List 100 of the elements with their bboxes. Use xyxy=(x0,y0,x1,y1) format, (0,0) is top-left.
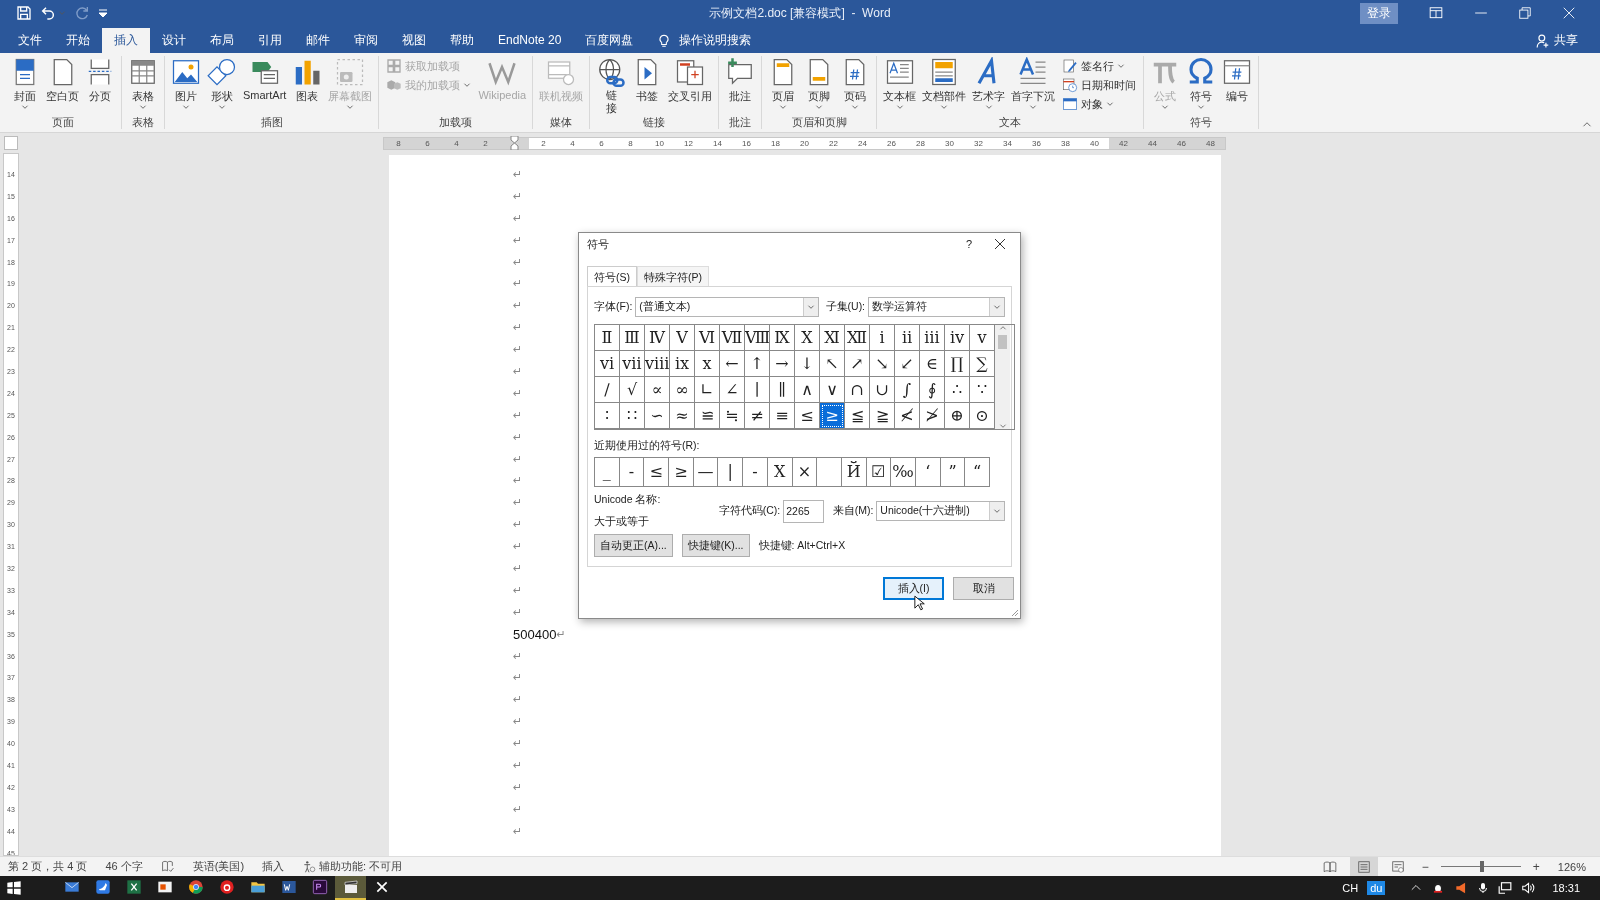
symbol-cell[interactable]: Ⅳ xyxy=(645,325,670,351)
search-field[interactable]: 操作说明搜索 xyxy=(679,32,752,49)
symbol-cell[interactable]: ⅷ xyxy=(645,351,670,377)
language-text[interactable]: 英语(美国) xyxy=(192,859,245,874)
save-icon[interactable] xyxy=(16,5,32,21)
symbol-cell[interactable]: ∟ xyxy=(695,377,720,403)
symbol-cell[interactable]: ↙ xyxy=(895,351,920,377)
symbol-cell[interactable]: ∥ xyxy=(770,377,795,403)
ribbon-button[interactable]: 分页 xyxy=(82,56,118,105)
insert-mode-text[interactable]: 插入 xyxy=(262,859,285,874)
symbol-cell[interactable]: ‘ xyxy=(915,458,941,486)
symbol-cell[interactable]: Ⅲ xyxy=(620,325,645,351)
symbol-cell[interactable]: ≡ xyxy=(770,403,795,429)
symbol-cell[interactable]: ↖ xyxy=(820,351,845,377)
symbol-cell[interactable]: ≒ xyxy=(720,403,745,429)
symbol-cell[interactable]: ‰ xyxy=(891,458,916,486)
symbol-cell[interactable]: ≯ xyxy=(920,403,945,429)
symbol-cell[interactable]: ⅱ xyxy=(895,325,920,351)
ribbon-tab[interactable]: 插入 xyxy=(102,28,150,53)
ribbon-button[interactable]: 页眉 xyxy=(765,56,802,111)
ribbon-button[interactable]: 图片 xyxy=(168,56,204,111)
ribbon-button[interactable]: 首字下沉 xyxy=(1008,56,1059,111)
undo-icon[interactable] xyxy=(40,5,56,21)
symbol-cell[interactable]: ≧ xyxy=(870,403,895,429)
dialog-button[interactable]: 插入(I) xyxy=(883,577,944,600)
ribbon-button[interactable]: 文档部件 xyxy=(919,56,970,111)
zoom-slider-thumb[interactable] xyxy=(1480,861,1485,872)
ribbon-tab[interactable]: 审阅 xyxy=(342,28,390,53)
symbol-cell[interactable]: ∷ xyxy=(620,403,645,429)
symbol-cell[interactable]: ≮ xyxy=(895,403,920,429)
ribbon-button[interactable]: 书签 xyxy=(629,56,666,105)
volume-icon[interactable] xyxy=(1521,881,1536,895)
ribbon-button[interactable]: 形状 xyxy=(204,56,240,111)
collapse-ribbon-icon[interactable] xyxy=(1582,121,1592,128)
ribbon-button[interactable]: 艺术字 xyxy=(969,56,1009,111)
symbol-cell[interactable]: ∝ xyxy=(645,377,670,403)
symbol-cell[interactable]: ∈ xyxy=(920,351,945,377)
ribbon-button[interactable]: 文本框 xyxy=(880,56,920,111)
redo-icon[interactable] xyxy=(74,5,90,21)
symbol-cell[interactable]: ≥ xyxy=(820,403,845,429)
ribbon-tab[interactable]: 百度网盘 xyxy=(573,28,646,53)
symbol-cell[interactable]: ≠ xyxy=(745,403,770,429)
symbol-cell[interactable]: ∩ xyxy=(845,377,870,403)
symbol-cell[interactable]: × xyxy=(792,458,818,486)
symbol-cell[interactable]: ↗ xyxy=(845,351,870,377)
dialog-tab[interactable]: 符号(S) xyxy=(587,266,637,286)
symbol-cell[interactable]: → xyxy=(770,351,795,377)
ribbon-tab[interactable]: 布局 xyxy=(198,28,246,53)
scrollbar[interactable] xyxy=(995,325,1010,429)
symbol-cell[interactable]: ← xyxy=(720,351,745,377)
shortcut-key-button[interactable]: 快捷键(K)... xyxy=(681,534,750,557)
ribbon-button[interactable]: 表格 xyxy=(125,56,161,111)
symbol-cell[interactable]: Ⅱ xyxy=(595,325,620,351)
symbol-cell[interactable]: ⅶ xyxy=(620,351,645,377)
char-code-field[interactable]: 2265 xyxy=(783,499,824,523)
symbol-cell[interactable]: - xyxy=(743,458,768,486)
close-icon[interactable] xyxy=(994,238,1006,250)
symbol-cell[interactable]: — xyxy=(693,458,719,486)
symbol-cell[interactable]: √ xyxy=(620,377,645,403)
dialog-tab[interactable]: 特殊字符(P) xyxy=(637,266,709,286)
ribbon-tab[interactable]: 开始 xyxy=(54,28,102,53)
zoom-out-button[interactable]: − xyxy=(1417,859,1433,874)
symbol-cell[interactable]: | xyxy=(718,458,744,486)
dialog-button[interactable]: 取消 xyxy=(953,577,1014,600)
ribbon-button[interactable]: 对象 xyxy=(1062,96,1137,112)
symbol-cell[interactable]: ∠ xyxy=(720,377,745,403)
symbol-cell[interactable]: ⊕ xyxy=(945,403,970,429)
ribbon-button[interactable]: 批注 xyxy=(722,56,759,105)
symbol-cell[interactable]: ⅰ xyxy=(870,325,895,351)
ribbon-button[interactable]: 封面 xyxy=(7,56,43,111)
symbol-cell[interactable]: Ⅴ xyxy=(670,325,695,351)
symbol-cell[interactable]: ↑ xyxy=(745,351,770,377)
dropdown-field[interactable]: (普通文本) xyxy=(635,297,819,317)
scrollbar-thumb[interactable] xyxy=(998,335,1007,349)
ribbon-tab[interactable]: EndNote 20 xyxy=(486,28,574,53)
autocorrect-button[interactable]: 自动更正(A)... xyxy=(594,534,673,557)
symbol-cell[interactable]: ≥ xyxy=(669,458,694,486)
symbol-cell[interactable]: Ⅺ xyxy=(820,325,845,351)
ribbon-button[interactable]: SmartArt xyxy=(240,56,290,102)
symbol-cell[interactable]: Й xyxy=(841,458,867,486)
ribbon-button[interactable]: 符号 xyxy=(1183,56,1220,111)
zoom-in-button[interactable]: + xyxy=(1528,859,1544,874)
symbol-cell[interactable]: ⅳ xyxy=(945,325,970,351)
ribbon-button[interactable]: 页脚 xyxy=(801,56,838,111)
ribbon-button[interactable]: 交叉引用 xyxy=(665,56,716,105)
windows-logo-icon[interactable] xyxy=(6,880,22,896)
dropdown-field[interactable]: Unicode(十六进制) xyxy=(876,501,1005,521)
symbol-cell[interactable]: ⅸ xyxy=(670,351,695,377)
symbol-cell[interactable]: ∶ xyxy=(595,403,620,429)
symbol-cell[interactable]: ↓ xyxy=(795,351,820,377)
symbol-cell[interactable]: ⅲ xyxy=(920,325,945,351)
ribbon-tab[interactable]: 引用 xyxy=(246,28,294,53)
ribbon-button[interactable]: 图表 xyxy=(289,56,326,105)
ribbon-display-icon[interactable] xyxy=(1428,6,1444,20)
microphone-icon[interactable] xyxy=(1477,881,1490,895)
symbol-cell[interactable]: ∫ xyxy=(895,377,920,403)
network-icon[interactable] xyxy=(1498,881,1513,895)
symbol-cell[interactable]: Ⅻ xyxy=(845,325,870,351)
ribbon-tab[interactable]: 设计 xyxy=(150,28,198,53)
symbol-cell[interactable]: ≤ xyxy=(644,458,670,486)
